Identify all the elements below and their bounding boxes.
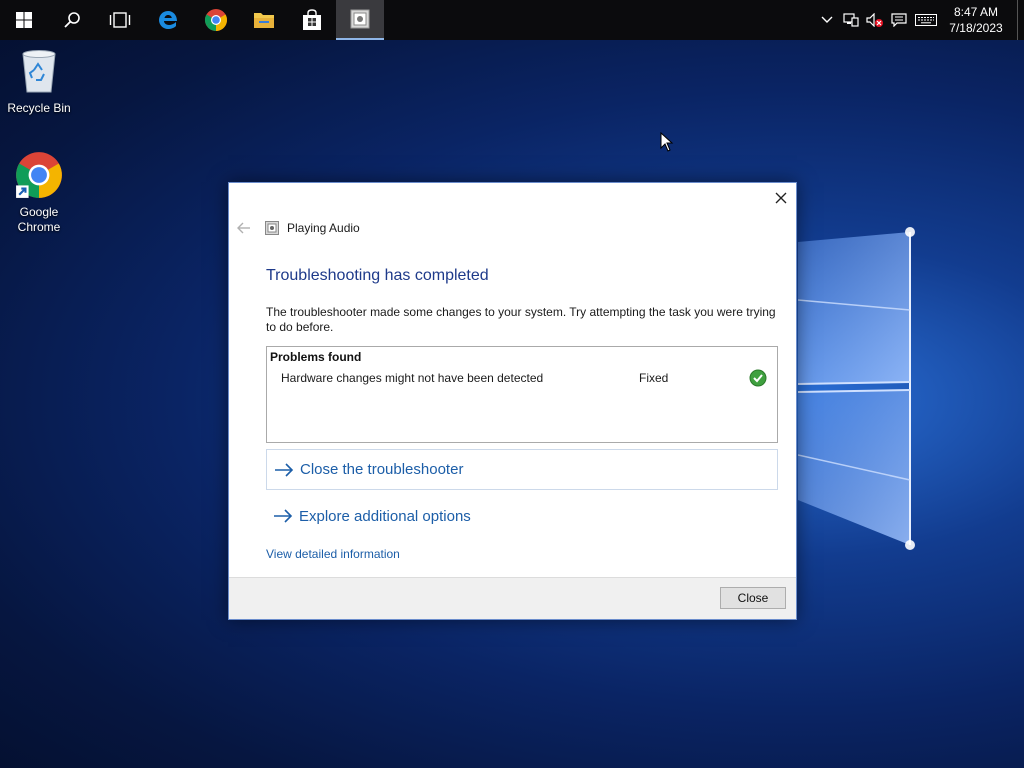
file-explorer-icon bbox=[254, 13, 274, 28]
store-taskbar-button[interactable] bbox=[288, 0, 336, 40]
show-desktop-button[interactable] bbox=[1017, 0, 1024, 40]
desktop-icon-recycle-bin[interactable]: Recycle Bin bbox=[1, 48, 77, 116]
recycle-bin-label: Recycle Bin bbox=[7, 101, 71, 115]
touch-keyboard-tray[interactable] bbox=[911, 0, 941, 40]
view-detailed-information-link[interactable]: View detailed information bbox=[266, 547, 400, 561]
window-title: Playing Audio bbox=[287, 221, 360, 235]
chrome-icon bbox=[205, 9, 227, 31]
nav-row: Playing Audio bbox=[237, 219, 360, 237]
start-button[interactable] bbox=[0, 0, 48, 40]
close-troubleshooter-label: Close the troubleshooter bbox=[300, 461, 464, 478]
chrome-taskbar-button[interactable] bbox=[192, 0, 240, 40]
network-icon bbox=[843, 13, 859, 27]
start-icon bbox=[16, 12, 32, 28]
taskbar-clock[interactable]: 8:47 AM 7/18/2023 bbox=[941, 4, 1011, 36]
chrome-icon bbox=[16, 152, 62, 198]
keyboard-icon bbox=[915, 14, 937, 26]
problem-description: Hardware changes might not have been det… bbox=[281, 371, 544, 385]
edge-taskbar-button[interactable] bbox=[144, 0, 192, 40]
task-view-icon bbox=[109, 12, 131, 28]
close-button[interactable]: Close bbox=[720, 587, 786, 609]
network-tray[interactable] bbox=[839, 0, 863, 40]
search-icon bbox=[64, 12, 80, 28]
dialog-footer: Close bbox=[229, 577, 796, 619]
back-arrow-icon bbox=[237, 222, 250, 234]
recycle-bin-icon bbox=[22, 50, 56, 93]
dialog-close-button[interactable] bbox=[770, 187, 792, 209]
clock-time: 8:47 AM bbox=[953, 5, 999, 19]
file-explorer-taskbar-button[interactable] bbox=[240, 0, 288, 40]
chevron-up-icon bbox=[821, 16, 833, 23]
edge-icon bbox=[159, 11, 177, 29]
troubleshooter-icon bbox=[350, 9, 370, 29]
system-tray: 8:47 AM 7/18/2023 bbox=[815, 0, 1024, 40]
back-button[interactable] bbox=[237, 222, 251, 234]
volume-muted-icon bbox=[866, 13, 883, 27]
problems-found-panel: Problems found Hardware changes might no… bbox=[266, 346, 778, 443]
explore-options-link[interactable]: Explore additional options bbox=[266, 496, 778, 536]
windows-logo-light bbox=[798, 227, 915, 550]
problems-found-title: Problems found bbox=[270, 350, 362, 364]
arrow-right-icon bbox=[274, 462, 294, 477]
clock-date: 7/18/2023 bbox=[949, 21, 1003, 35]
taskbar: 8:47 AM 7/18/2023 bbox=[0, 0, 1024, 40]
page-title: Troubleshooting has completed bbox=[266, 267, 489, 284]
volume-tray[interactable] bbox=[863, 0, 887, 40]
explore-options-label: Explore additional options bbox=[299, 507, 471, 525]
problem-status: Fixed bbox=[639, 371, 669, 385]
store-icon bbox=[303, 9, 321, 30]
show-hidden-icons[interactable] bbox=[815, 0, 839, 40]
search-button[interactable] bbox=[48, 0, 96, 40]
troubleshooter-dialog: Playing Audio Troubleshooting has comple… bbox=[228, 182, 797, 620]
arrow-right-icon bbox=[273, 509, 293, 523]
close-troubleshooter-link[interactable]: Close the troubleshooter bbox=[266, 449, 778, 490]
result-description: The troubleshooter made some changes to … bbox=[266, 305, 776, 334]
action-center-icon bbox=[891, 13, 907, 27]
green-check-icon bbox=[749, 369, 767, 387]
close-icon bbox=[775, 192, 787, 204]
desktop-icon-google-chrome[interactable]: Google Chrome bbox=[1, 150, 77, 235]
mouse-cursor-icon bbox=[660, 132, 674, 152]
google-chrome-label: Google Chrome bbox=[17, 205, 61, 234]
troubleshooter-icon bbox=[265, 221, 279, 235]
task-view-button[interactable] bbox=[96, 0, 144, 40]
troubleshooter-taskbar-button[interactable] bbox=[336, 0, 384, 40]
action-center-tray[interactable] bbox=[887, 0, 911, 40]
